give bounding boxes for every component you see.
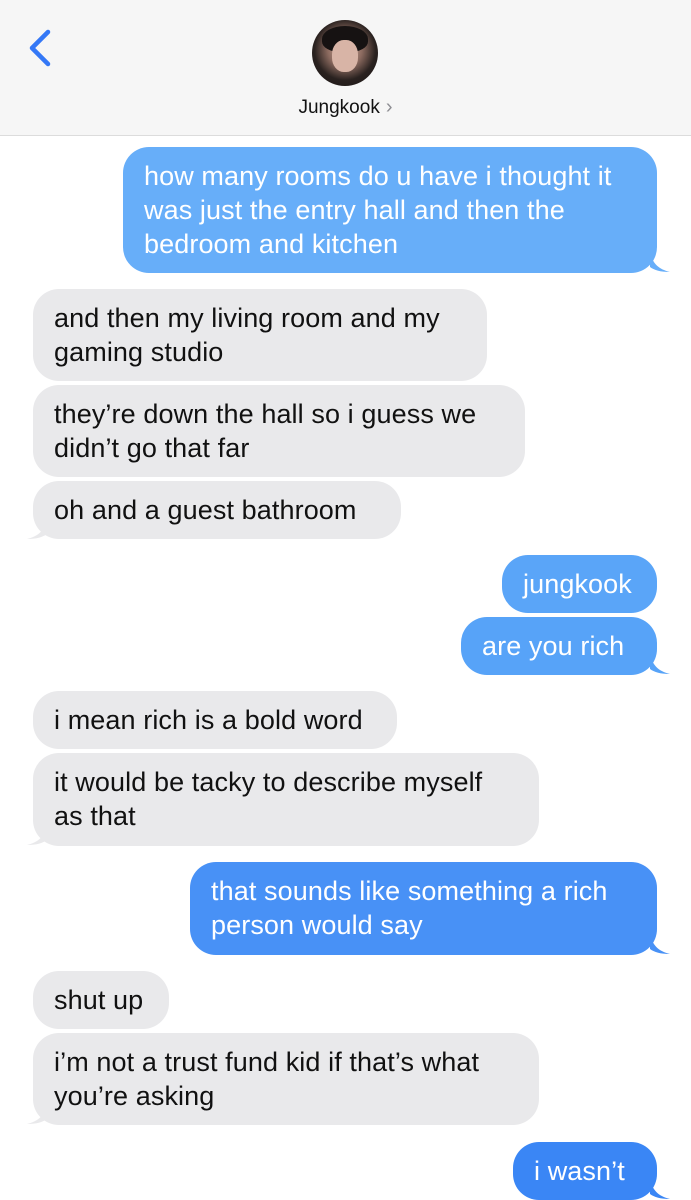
conversation-header: Jungkook › [0,0,691,136]
bubble-tail [650,251,670,272]
message-bubble-incoming[interactable]: oh and a guest bathroom [33,481,401,539]
message-bubble-outgoing[interactable]: i wasn’t [513,1142,657,1200]
bubble-tail [650,653,670,674]
chevron-right-icon: › [385,96,393,118]
contact-name-link[interactable]: Jungkook › [0,96,691,119]
message-bubble-incoming[interactable]: they’re down the hall so i guess we didn… [33,385,525,477]
message-bubble-incoming[interactable]: i mean rich is a bold word [33,691,397,749]
message-bubble-incoming[interactable]: i’m not a trust fund kid if that’s what … [33,1033,539,1125]
message-bubble-outgoing[interactable]: that sounds like something a rich person… [190,862,657,955]
message-bubble-incoming[interactable]: and then my living room and my gaming st… [33,289,487,381]
contact-avatar[interactable] [312,20,378,86]
contact-name: Jungkook [298,97,380,118]
bubble-tail [27,1103,47,1124]
bubble-tail [27,518,47,539]
message-bubble-outgoing[interactable]: how many rooms do u have i thought it wa… [123,147,657,273]
bubble-tail [27,824,47,845]
message-bubble-incoming[interactable]: shut up [33,971,169,1029]
chevron-left-icon[interactable] [24,26,64,70]
message-bubble-outgoing[interactable]: jungkook [502,555,657,613]
bubble-tail [650,933,670,954]
message-bubble-incoming[interactable]: it would be tacky to describe myself as … [33,753,539,846]
bubble-tail [650,1178,670,1199]
message-bubble-outgoing[interactable]: are you rich [461,617,657,675]
